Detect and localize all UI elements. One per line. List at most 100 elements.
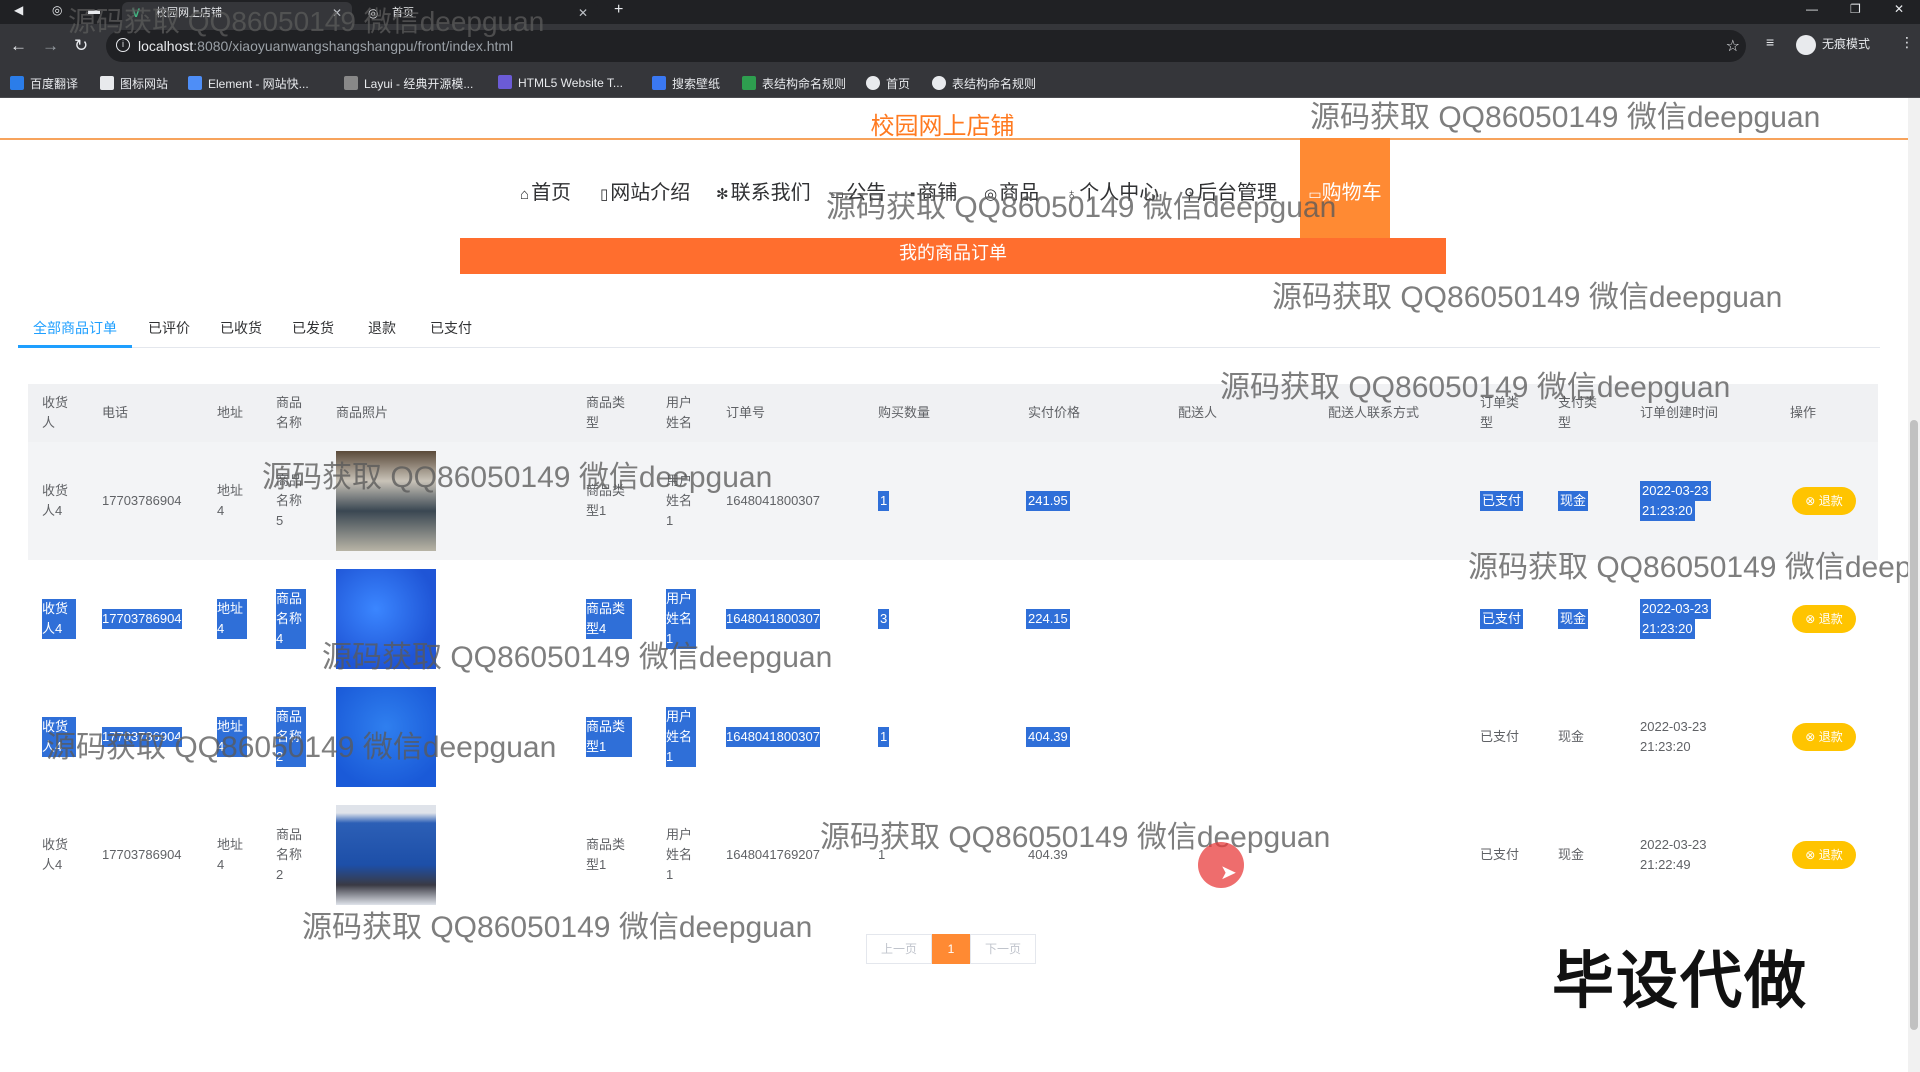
bookmark-item[interactable]: 表结构命名规则 [932, 75, 1036, 92]
tab-refund[interactable]: 退款 [368, 318, 396, 338]
minimize-icon[interactable]: — [1806, 0, 1818, 18]
tab-paid[interactable]: 已支付 [430, 318, 472, 338]
cell-category: 商品类型1 [586, 717, 632, 757]
cell-created-time: 21:23:20 [1640, 619, 1695, 639]
col-product-name: 商品名称 [276, 395, 303, 430]
close-window-icon[interactable]: ✕ [1894, 0, 1904, 18]
refund-icon: ⊗ [1805, 612, 1819, 626]
nav-profile[interactable]: ♁ 个人中心 [1066, 176, 1159, 205]
bookmark-item[interactable]: Element - 网站快... [188, 75, 309, 92]
tab-received[interactable]: 已收货 [220, 318, 262, 338]
browser-tab-strip: ◀ ◎ ▬ V 校园网上店铺 ✕ ◎ 首页 ✕ + — ❐ ✕ [0, 0, 1920, 24]
browser-tab-home[interactable]: ◎ 首页 ✕ [358, 2, 598, 24]
watermark-big: 毕设代做 [1552, 947, 1809, 1016]
tab-shipped[interactable]: 已发货 [292, 318, 334, 338]
nav-cart[interactable]: ▭购物车 [1300, 138, 1390, 238]
col-phone: 电话 [102, 405, 129, 420]
browser-tab-shop[interactable]: V 校园网上店铺 ✕ [122, 2, 352, 24]
tab-reviewed[interactable]: 已评价 [148, 318, 190, 338]
refund-button[interactable]: ⊗ 退款 [1792, 487, 1856, 515]
col-category: 商品类型 [586, 395, 626, 430]
bookmark-star-icon[interactable]: ☆ [1726, 36, 1740, 56]
element-icon [188, 76, 202, 90]
close-icon[interactable]: ✕ [578, 2, 588, 24]
url-text[interactable]: localhost:8080/xiaoyuanwangshangshangpu/… [138, 38, 513, 54]
link-icon: ⚲ [1184, 186, 1195, 203]
refund-button[interactable]: ⊗ 退款 [1792, 841, 1856, 869]
cell-order-no: 1648041800307 [726, 493, 820, 508]
product-photo[interactable] [336, 451, 436, 551]
page-1-button[interactable]: 1 [932, 934, 970, 964]
flag-icon [100, 76, 114, 90]
cell-address: 地址4 [217, 483, 244, 518]
col-photo: 商品照片 [336, 405, 389, 420]
window-icon[interactable]: ▬ [88, 3, 100, 17]
table-row[interactable]: 收货人4 17703786904 地址4 商品名称2 商品类型1 用户姓名1 1… [28, 678, 1878, 796]
cell-consignee: 收货人4 [42, 599, 76, 639]
nav-shop[interactable]: ▪ 商铺 [910, 176, 957, 205]
col-order-type: 订单类型 [1480, 395, 1520, 430]
bookmark-item[interactable]: Layui - 经典开源模... [344, 75, 473, 92]
col-user: 用户姓名 [666, 395, 693, 430]
cell-user: 用户姓名1 [666, 589, 696, 649]
bookmark-item[interactable]: 百度翻译 [10, 75, 78, 92]
col-address: 地址 [217, 405, 244, 420]
globe-icon [866, 76, 880, 90]
bookmark-item[interactable]: 搜索壁纸 [652, 75, 720, 92]
tab-all-orders[interactable]: 全部商品订单 [33, 318, 117, 338]
next-page-button[interactable]: 下一页 [970, 934, 1036, 964]
reading-list-icon[interactable]: ≡ [1766, 34, 1774, 50]
bookmark-item[interactable]: 图标网站 [100, 75, 168, 92]
globe-icon[interactable]: ◎ [52, 3, 62, 17]
gear-icon: ✻ [716, 186, 729, 203]
col-courier: 配送人 [1178, 405, 1218, 420]
product-photo[interactable] [336, 687, 436, 787]
nav-admin[interactable]: ⚲ 后台管理 [1184, 176, 1277, 205]
cell-pay-type: 现金 [1558, 491, 1589, 511]
cell-order-no: 1648041769207 [726, 847, 820, 862]
table-row[interactable]: 收货人4 17703786904 地址4 商品名称4 商品类型4 用户姓名1 1… [28, 560, 1878, 678]
bookmark-item[interactable]: 首页 [866, 75, 910, 92]
table-row[interactable]: 收货人4 17703786904 地址4 商品名称5 商品类型1 用户姓名1 1… [28, 442, 1878, 560]
mouse-pointer-icon: ➤ [1220, 862, 1237, 884]
product-photo[interactable] [336, 569, 436, 669]
nav-home[interactable]: ⌂ 首页 [520, 176, 571, 205]
table-row[interactable]: 收货人4 17703786904 地址4 商品名称2 商品类型1 用户姓名1 1… [28, 796, 1878, 914]
info-icon[interactable]: i [116, 38, 130, 52]
nav-goods[interactable]: ◎ 商品 [984, 176, 1039, 205]
incognito-icon [1796, 35, 1816, 55]
bookmark-item[interactable]: HTML5 Website T... [498, 75, 623, 90]
cell-qty: 1 [878, 847, 886, 862]
refund-button[interactable]: ⊗ 退款 [1792, 605, 1856, 633]
menu-icon[interactable]: ⋮ [1900, 34, 1914, 51]
scrollbar-thumb[interactable] [1910, 420, 1918, 1030]
globe-icon: ◎ [368, 6, 379, 20]
product-photo[interactable] [336, 805, 436, 905]
forward-icon[interactable]: → [42, 36, 59, 56]
col-consignee: 收货人 [42, 395, 69, 430]
close-icon[interactable]: ✕ [332, 2, 342, 24]
cell-price: 241.95 [1026, 491, 1070, 511]
reload-icon[interactable]: ↻ [74, 36, 88, 56]
cell-category: 商品类型1 [586, 837, 626, 872]
col-courier-phone: 配送人联系方式 [1328, 405, 1420, 420]
col-created: 订单创建时间 [1640, 405, 1719, 420]
nav-about[interactable]: ▯ 网站介绍 [600, 176, 690, 205]
restore-icon[interactable]: ❐ [1850, 0, 1861, 18]
cell-consignee: 收货人4 [42, 717, 76, 757]
cell-order-type: 已支付 [1480, 729, 1520, 744]
back-icon[interactable]: ← [10, 36, 27, 56]
bookmark-item[interactable]: 表结构命名规则 [742, 75, 846, 92]
active-tab-indicator [18, 345, 132, 348]
new-tab-icon[interactable]: + [614, 1, 623, 19]
cell-phone: 17703786904 [102, 609, 182, 629]
prev-page-button[interactable]: 上一页 [866, 934, 932, 964]
cell-price: 404.39 [1026, 727, 1070, 747]
incognito-badge[interactable]: 无痕模式 [1796, 35, 1870, 55]
refund-button[interactable]: ⊗ 退款 [1792, 723, 1856, 751]
nav-notice[interactable]: ▭ 公告 [830, 176, 886, 205]
cell-product: 商品名称2 [276, 707, 306, 767]
url-field[interactable]: i localhost:8080/xiaoyuanwangshangshangp… [106, 30, 1746, 62]
audio-icon[interactable]: ◀ [14, 3, 23, 17]
nav-contact[interactable]: ✻ 联系我们 [716, 176, 811, 205]
